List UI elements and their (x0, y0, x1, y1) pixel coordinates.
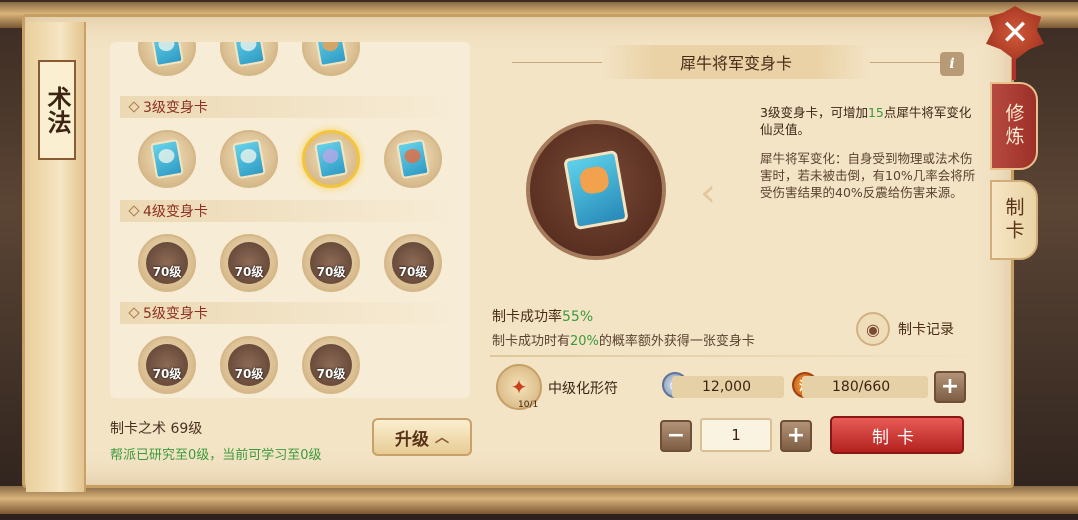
make-card-button[interactable]: 制卡 (830, 416, 964, 454)
skill-desc: 帮派已研究至0级，当前可学习至0级 (110, 448, 322, 463)
locked-card-icon: 70级 (228, 344, 270, 386)
locked-card-icon: 70级 (146, 242, 188, 284)
transform-card-icon (232, 42, 266, 68)
card-description: 3级变身卡，可增加15点犀牛将军变化仙灵值。 犀牛将军变化：自身受到物理或法术伤… (760, 104, 980, 201)
locked-card-icon: 70级 (310, 242, 352, 284)
skill-name: 制卡之术 69级 (110, 421, 203, 437)
card-effect: 犀牛将军变化：自身受到物理或法术伤害时，若未被击倒，有10%几率会将所受伤害结果… (760, 151, 976, 200)
material-count: 10/1 (518, 400, 539, 410)
tab-make-card[interactable]: 制卡 (990, 180, 1038, 260)
card-description-line1: 3级变身卡，可增加15点犀牛将军变化仙灵值。 (760, 105, 972, 137)
success-rate: 制卡成功率55% 制卡成功时有20%的概率额外获得一张变身卡 (492, 309, 755, 349)
card-slot-locked[interactable]: 70级 (220, 336, 278, 394)
rhino-general-card-icon (563, 149, 629, 231)
transform-card-icon (396, 138, 430, 180)
card-slot-locked[interactable]: 70级 (138, 234, 196, 292)
card-slot-locked[interactable]: 70级 (302, 234, 360, 292)
card-slot-locked[interactable]: 70级 (220, 234, 278, 292)
card-slot[interactable] (138, 130, 196, 188)
decrease-quantity-button[interactable]: − (660, 420, 692, 452)
scroll-rod-bottom (0, 486, 1078, 514)
tab-cultivate[interactable]: 修炼 (990, 82, 1038, 170)
add-vigor-button[interactable]: + (934, 371, 966, 403)
transform-card-icon (150, 138, 184, 180)
record-label: 制卡记录 (898, 322, 954, 338)
card-slot-locked[interactable]: 70级 (384, 234, 442, 292)
tier-label-3: 3级变身卡 (120, 96, 460, 118)
upgrade-button[interactable]: 升级 ︿ (372, 418, 472, 456)
locked-card-icon: 70级 (392, 242, 434, 284)
record-button[interactable]: ◉ 制卡记录 (856, 312, 954, 346)
transform-card-icon (150, 42, 184, 68)
increase-quantity-button[interactable]: + (780, 420, 812, 452)
selected-card-display (526, 120, 666, 260)
card-slot[interactable] (384, 130, 442, 188)
info-icon[interactable]: i (940, 52, 964, 76)
transform-card-icon (232, 138, 266, 180)
card-slot[interactable] (302, 42, 360, 76)
divider (490, 355, 990, 357)
tassel-decoration (1012, 58, 1016, 80)
card-slot-locked[interactable]: 70级 (302, 336, 360, 394)
card-slot[interactable] (138, 42, 196, 76)
transform-card-icon (314, 138, 348, 180)
upgrade-label: 升级 (395, 429, 429, 450)
tier-label-4: 4级变身卡 (120, 200, 460, 222)
chevron-up-icon: ︿ (435, 430, 449, 446)
panel-title: 术法 (38, 60, 76, 160)
transform-card-icon (314, 42, 348, 68)
locked-card-icon: 70级 (146, 344, 188, 386)
locked-card-icon: 70级 (228, 242, 270, 284)
arrow-decoration-icon: ‹ (700, 170, 716, 216)
tier-label-5: 5级变身卡 (120, 302, 460, 324)
skill-info: 制卡之术 69级 帮派已研究至0级，当前可学习至0级 (110, 418, 322, 463)
close-icon: ✕ (1000, 13, 1030, 53)
divider (512, 62, 602, 63)
card-title: 犀牛将军变身卡 (600, 45, 872, 79)
divider (870, 62, 940, 63)
card-slot-locked[interactable]: 70级 (138, 336, 196, 394)
vigor-amount: 180/660 (802, 376, 928, 398)
locked-card-icon: 70级 (310, 344, 352, 386)
silver-amount: 12,000 (672, 376, 784, 398)
card-slot-selected[interactable] (302, 130, 360, 188)
card-slot[interactable] (220, 130, 278, 188)
material-name: 中级化形符 (548, 381, 618, 397)
card-grid-panel[interactable]: 3级变身卡 4级变身卡 70级 70级 70级 70级 5级变身卡 70级 70… (110, 42, 470, 398)
quantity-field[interactable]: 1 (700, 418, 772, 452)
card-slot[interactable] (220, 42, 278, 76)
eye-icon: ◉ (856, 312, 890, 346)
